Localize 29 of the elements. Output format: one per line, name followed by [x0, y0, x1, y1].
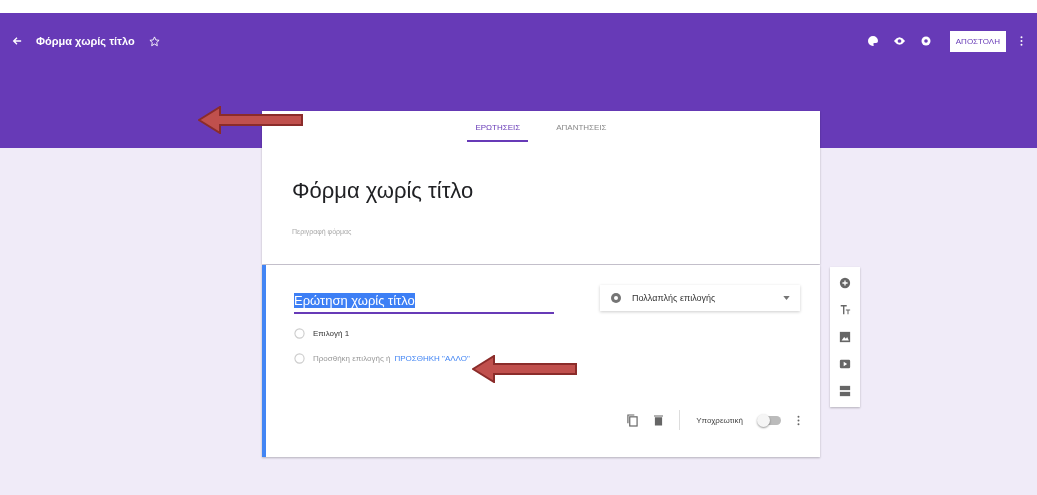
required-toggle[interactable] — [759, 415, 781, 425]
form-heading[interactable]: Φόρμα χωρίς τίτλο — [262, 142, 820, 204]
radio-type-icon — [610, 292, 622, 304]
text-title-icon[interactable] — [839, 304, 851, 316]
image-icon[interactable] — [839, 331, 851, 343]
section-icon[interactable] — [839, 385, 851, 397]
eye-icon[interactable] — [892, 36, 906, 46]
tab[interactable]: ΕΡΩΤΗΣΕΙΣ — [467, 123, 529, 142]
send-button[interactable]: ΑΠΟΣΤΟΛΗ — [949, 30, 1006, 52]
question-title-field[interactable]: Ερώτηση χωρίς τίτλο — [294, 293, 554, 314]
tab[interactable]: ΑΠΑΝΤΗΣΕΙΣ — [548, 123, 615, 142]
form-title[interactable]: Φόρμα χωρίς τίτλο — [36, 35, 135, 47]
back-arrow-icon[interactable] — [12, 36, 22, 46]
radio-icon — [294, 328, 305, 339]
question-type-dropdown[interactable]: Πολλαπλής επιλογής — [600, 285, 800, 311]
settings-icon[interactable] — [919, 35, 932, 47]
video-icon[interactable] — [839, 358, 851, 370]
star-icon[interactable] — [148, 35, 160, 47]
copy-icon[interactable] — [627, 413, 639, 427]
palette-icon[interactable] — [866, 35, 879, 47]
trash-icon[interactable] — [654, 414, 664, 426]
add-circle-icon[interactable] — [839, 277, 851, 289]
radio-icon — [294, 353, 305, 364]
more-icon[interactable] — [797, 413, 800, 427]
more-icon[interactable] — [1020, 34, 1023, 48]
required-label: Υποχρεωτική — [696, 415, 743, 425]
dropdown-caret-icon — [783, 296, 790, 300]
add-other-link[interactable]: ΠΡΟΣΘΗΚΗ "ΑΛΛΟ" — [394, 354, 470, 363]
option-field[interactable]: Επιλογή 1 — [313, 329, 350, 338]
